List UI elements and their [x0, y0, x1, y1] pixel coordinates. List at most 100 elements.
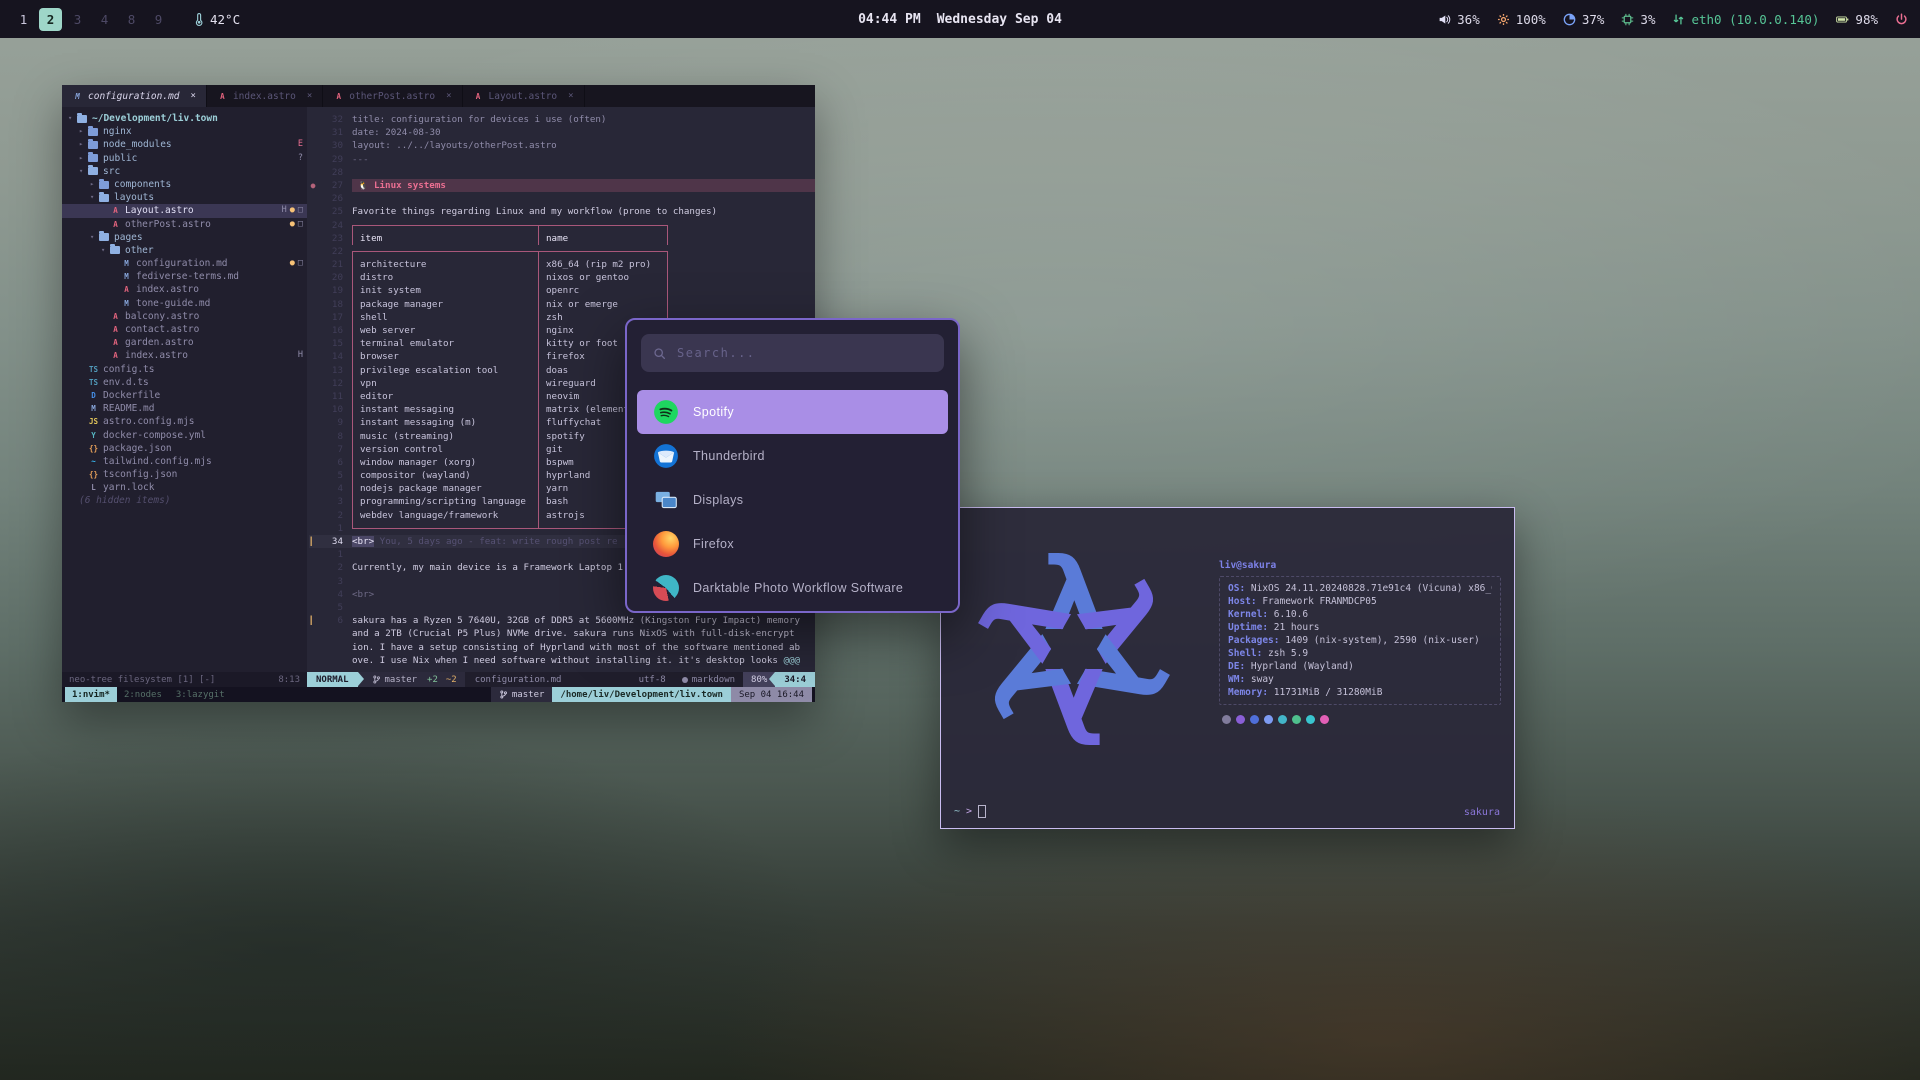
neotree-file-explorer[interactable]: ▾~/Development/liv.town▸nginx▸node_modul…	[62, 107, 307, 672]
tab-configuration.md[interactable]: Mconfiguration.md×	[62, 85, 207, 107]
tree-file-label: balcony.astro	[125, 310, 199, 323]
tree-item-src[interactable]: ▾src	[62, 165, 307, 178]
tab-otherpost.astro[interactable]: AotherPost.astro×	[323, 85, 462, 107]
sign-column	[309, 311, 317, 324]
editor-line[interactable]: 24	[309, 219, 815, 232]
launcher-app-spotify[interactable]: Spotify	[637, 390, 948, 434]
line-text: package managernix or emerge	[352, 298, 815, 311]
close-icon[interactable]: ×	[568, 91, 573, 101]
tree-item-index.astro[interactable]: Aindex.astro	[62, 283, 307, 296]
line-number: 3	[317, 575, 352, 588]
table-border	[352, 522, 538, 529]
editor-line[interactable]: 25Favorite things regarding Linux and my…	[309, 205, 815, 218]
app-launcher[interactable]: Spotify Thunderbird DisplaysFirefoxDarktab…	[625, 318, 960, 613]
launcher-app-displays[interactable]: Displays	[637, 478, 948, 522]
editor-line[interactable]: 32title: configuration for devices i use…	[309, 113, 815, 126]
editor-line[interactable]: ion. I have a setup consisting of Hyprla…	[309, 641, 815, 654]
tree-item-layouts[interactable]: ▾layouts	[62, 191, 307, 204]
module-network[interactable]: eth0 (10.0.0.140)	[1672, 12, 1819, 27]
editor-line[interactable]: 22	[309, 245, 815, 258]
tree-item-index.astro[interactable]: Aindex.astroH	[62, 349, 307, 362]
launcher-search[interactable]	[641, 334, 944, 372]
tree-item-configuration.md[interactable]: Mconfiguration.md●□	[62, 257, 307, 270]
table-cell-item: shell	[352, 311, 538, 324]
tab-index.astro[interactable]: Aindex.astro×	[207, 85, 323, 107]
editor-line[interactable]: and a 2TB (Crucial P5 Plus) NVMe drive. …	[309, 627, 815, 640]
tree-item-contact.astro[interactable]: Acontact.astro	[62, 323, 307, 336]
launcher-app-thunderbird[interactable]: Thunderbird	[637, 434, 948, 478]
tree-item-public[interactable]: ▸public?	[62, 152, 307, 165]
sign-column	[309, 271, 317, 284]
astro-icon: A	[110, 349, 121, 362]
workspace-button-4[interactable]: 4	[93, 8, 116, 31]
close-icon[interactable]: ×	[191, 91, 196, 101]
table-cell-item: browser	[352, 350, 538, 363]
tmux-window-1-nvim-[interactable]: 1:nvim*	[65, 687, 117, 702]
tree-item-other[interactable]: ▾other	[62, 244, 307, 257]
tree-item-yarn.lock[interactable]: Lyarn.lock	[62, 481, 307, 494]
tree-item-balcony.astro[interactable]: Abalcony.astro	[62, 310, 307, 323]
temperature-value: 42°C	[210, 12, 240, 27]
workspace-button-1[interactable]: 1	[12, 8, 35, 31]
tree-item-config.ts[interactable]: TSconfig.ts	[62, 363, 307, 376]
tree-item-pages[interactable]: ▾pages	[62, 231, 307, 244]
tree-item-layout.astro[interactable]: ALayout.astroH●□	[62, 204, 307, 217]
launcher-app-darktable-photo-workflow-software[interactable]: Darktable Photo Workflow Software	[637, 566, 948, 610]
close-icon[interactable]: ×	[446, 91, 451, 101]
workspace-button-3[interactable]: 3	[66, 8, 89, 31]
tree-item-nginx[interactable]: ▸nginx	[62, 125, 307, 138]
module-battery[interactable]: 98%	[1836, 12, 1878, 27]
line-number: 16	[317, 324, 352, 337]
module-memory[interactable]: 3%	[1621, 12, 1655, 27]
terminal-window[interactable]: λλλλλλ liv@sakura OS: NixOS 24.11.202408…	[940, 507, 1515, 829]
tree-item-otherpost.astro[interactable]: AotherPost.astro●□	[62, 218, 307, 231]
editor-line[interactable]: 23itemname	[309, 232, 815, 245]
tmux-window-3-lazygit[interactable]: 3:lazygit	[169, 687, 232, 702]
editor-line[interactable]: ▎6sakura has a Ryzen 5 7640U, 32GB of DD…	[309, 614, 815, 627]
close-icon[interactable]: ×	[307, 91, 312, 101]
editor-line[interactable]: ●27🐧Linux systems	[309, 179, 815, 192]
tree-item-fediverse-terms.md[interactable]: Mfediverse-terms.md	[62, 270, 307, 283]
workspace-button-8[interactable]: 8	[120, 8, 143, 31]
tree-item-tone-guide.md[interactable]: Mtone-guide.md	[62, 297, 307, 310]
module-volume[interactable]: 36%	[1438, 12, 1480, 27]
editor-line[interactable]: 18package managernix or emerge	[309, 298, 815, 311]
tree-item-astro.config.mjs[interactable]: JSastro.config.mjs	[62, 415, 307, 428]
workspace-button-9[interactable]: 9	[147, 8, 170, 31]
workspace-button-2[interactable]: 2	[39, 8, 62, 31]
launcher-app-label: Thunderbird	[693, 449, 765, 463]
tab-layout.astro[interactable]: ALayout.astro×	[463, 85, 585, 107]
tree-item-package.json[interactable]: {}package.json	[62, 442, 307, 455]
line-number: 23	[317, 232, 352, 245]
tree-item-tsconfig.json[interactable]: {}tsconfig.json	[62, 468, 307, 481]
shell-prompt[interactable]: ~ >	[954, 805, 986, 818]
tree-item--development-liv.town[interactable]: ▾~/Development/liv.town	[62, 112, 307, 125]
tree-item-env.d.ts[interactable]: TSenv.d.ts	[62, 376, 307, 389]
tmux-window-2-nodes[interactable]: 2:nodes	[117, 687, 169, 702]
search-input[interactable]	[675, 345, 932, 361]
editor-line[interactable]: 26	[309, 192, 815, 205]
fetch-value: 6.10.6	[1274, 609, 1308, 620]
editor-line[interactable]: 21architecturex86_64 (rip m2 pro)	[309, 258, 815, 271]
launcher-app-firefox[interactable]: Firefox	[637, 522, 948, 566]
editor-line[interactable]: ove. I use Nix when I need software with…	[309, 654, 815, 667]
editor-line[interactable]: 19init systemopenrc	[309, 284, 815, 297]
editor-line[interactable]: 20distronixos or gentoo	[309, 271, 815, 284]
sign-column	[309, 548, 317, 561]
editor-line[interactable]: 28	[309, 166, 815, 179]
module-disk[interactable]: 37%	[1563, 12, 1605, 27]
tree-item-docker-compose.yml[interactable]: Ydocker-compose.yml	[62, 429, 307, 442]
editor-line[interactable]: 31date: 2024-08-30	[309, 126, 815, 139]
tree-item-readme.md[interactable]: MREADME.md	[62, 402, 307, 415]
tree-item-components[interactable]: ▸components	[62, 178, 307, 191]
module-power[interactable]	[1895, 13, 1908, 26]
tree-item-dockerfile[interactable]: DDockerfile	[62, 389, 307, 402]
tree-item-garden.astro[interactable]: Agarden.astro	[62, 336, 307, 349]
module-brightness[interactable]: 100%	[1497, 12, 1546, 27]
tree-item-node-modules[interactable]: ▸node_modulesE	[62, 138, 307, 151]
fetch-info-kernel: Kernel: 6.10.6	[1228, 608, 1492, 621]
editor-line[interactable]: 29---	[309, 153, 815, 166]
tree-item--6-hidden-items-[interactable]: (6 hidden items)	[62, 494, 307, 507]
tree-item-tailwind.config.mjs[interactable]: ~tailwind.config.mjs	[62, 455, 307, 468]
editor-line[interactable]: 30layout: ../../layouts/otherPost.astro	[309, 139, 815, 152]
